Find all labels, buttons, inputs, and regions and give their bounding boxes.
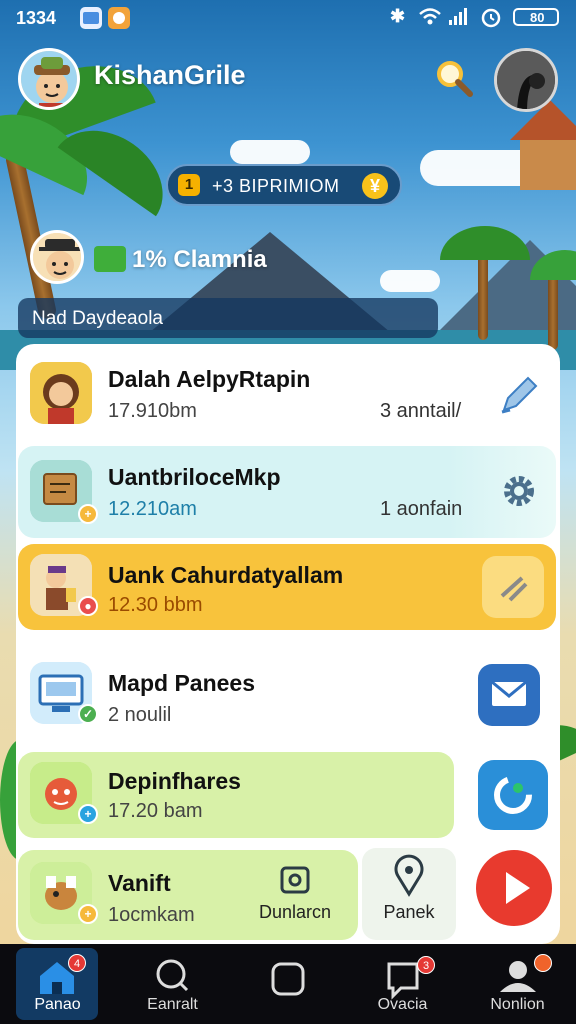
nav-label: Eanralt (147, 996, 198, 1013)
edit-button[interactable] (488, 364, 550, 426)
gear-icon (504, 476, 534, 506)
item-title: Depinfhares (108, 768, 241, 794)
camera-action[interactable]: Dunlarcn (250, 860, 340, 930)
play-icon (506, 872, 530, 904)
avatar-icon (30, 362, 92, 424)
mail-icon (491, 680, 527, 706)
status-badge: + (78, 504, 98, 524)
signal-icon (448, 6, 470, 31)
item-time: 1ocmkam (108, 904, 195, 926)
status-badge: + (78, 904, 98, 924)
settings-button[interactable] (488, 460, 550, 522)
section-label: Nad Daydeaola (32, 308, 163, 329)
nav-badge: 4 (68, 954, 86, 972)
battery-level: 80 (530, 10, 544, 25)
status-badge: ● (78, 596, 98, 616)
camera-label: Dunlarcn (258, 902, 332, 922)
profile-avatar[interactable] (494, 48, 558, 112)
nav-label: Ovacia (377, 996, 428, 1013)
companion-text: 1% Clamnia (132, 246, 267, 273)
mail-button[interactable] (478, 664, 540, 726)
item-title: Uank Cahurdatyallam (108, 562, 344, 588)
list-item[interactable]: + UantbriloceMkp 12.210am 1 aonfain (18, 446, 556, 538)
app-icon (108, 7, 130, 29)
item-title: Vanift (108, 870, 171, 896)
companion-avatar[interactable] (30, 230, 84, 284)
list-item[interactable]: + Depinfhares 17.20 bam (18, 752, 454, 838)
nav-activity[interactable]: 3 Ovacia (345, 944, 460, 1024)
pencil-icon (501, 376, 538, 414)
play-button[interactable] (476, 850, 552, 926)
square-icon (271, 962, 305, 996)
location-pin-icon (394, 854, 424, 897)
nav-label: Nonlion (490, 996, 545, 1013)
photo-app-icon (80, 7, 102, 29)
list-item[interactable]: ✓ Mapd Panees 2 noulil (18, 648, 556, 740)
banner-badge: 1 (178, 174, 200, 196)
item-meta: 3 anntail/ (380, 400, 462, 422)
screen: 1334 ✱ 80 KishanGrile 1 +3 BIPRIMIOM ¥ 1… (0, 0, 576, 1024)
nav-search[interactable]: Eanralt (115, 944, 230, 1024)
cash-icon (94, 246, 126, 272)
nav-label: Panao (34, 996, 81, 1013)
item-time: 17.20 bam (108, 800, 203, 822)
nav-profile[interactable]: Nonlion (460, 944, 575, 1024)
list-item[interactable]: ● Uank Cahurdatyallam 12.30 bbm (18, 544, 556, 630)
bluetooth-icon: ✱ (390, 6, 406, 26)
item-title: UantbriloceMkp (108, 464, 281, 490)
wifi-icon (418, 6, 442, 31)
search-icon (437, 61, 473, 97)
alarm-icon (480, 6, 502, 33)
edit-button[interactable] (482, 556, 544, 618)
location-label: Panek (383, 902, 435, 922)
status-time: 1334 (16, 8, 57, 28)
item-time: 17.910bm (108, 400, 197, 422)
coin-icon: ¥ (362, 173, 388, 199)
banner-text: +3 BIPRIMIOM (212, 176, 340, 196)
refresh-icon (494, 776, 532, 814)
battery-icon: 80 (510, 6, 562, 33)
reward-banner[interactable]: 1 +3 BIPRIMIOM ¥ (166, 164, 402, 206)
item-time: 12.210am (108, 498, 197, 520)
list-item[interactable]: Dalah AelpyRtapin 17.910bm 3 anntail/ (18, 350, 556, 442)
nav-home-button[interactable] (230, 944, 345, 1024)
nav-badge (534, 954, 552, 972)
status-badge: ✓ (78, 704, 98, 724)
search-button[interactable] (432, 56, 476, 100)
status-bar: 1334 ✱ 80 (0, 0, 576, 36)
item-time: 2 noulil (108, 704, 172, 726)
user-avatar[interactable] (18, 48, 80, 110)
location-action[interactable]: Panek (362, 848, 456, 940)
item-title: Dalah AelpyRtapin (108, 366, 311, 392)
refresh-button[interactable] (478, 760, 548, 830)
camera-icon (280, 866, 310, 894)
nav-home[interactable]: 4 Panao (0, 944, 115, 1024)
app-title: KishanGrile (94, 60, 246, 90)
bottom-nav: 4 Panao Eanralt 3 Ovacia Nonlion (0, 944, 576, 1024)
item-title: Mapd Panees (108, 670, 255, 696)
item-time: 12.30 bbm (108, 594, 203, 616)
edit-lines-icon (500, 576, 528, 602)
section-header: Nad Daydeaola (18, 298, 438, 338)
item-meta: 1 aonfain (380, 498, 463, 520)
nav-badge: 3 (417, 956, 435, 974)
home-icon (40, 962, 74, 994)
status-badge: + (78, 804, 98, 824)
